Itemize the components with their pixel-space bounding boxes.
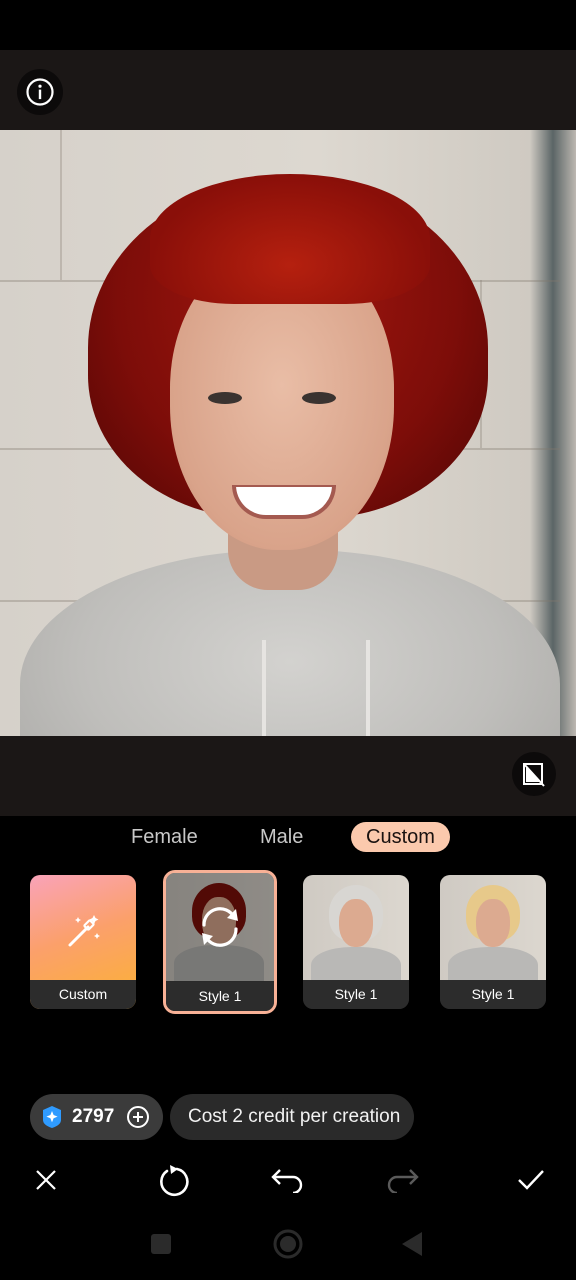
info-button[interactable] [17, 69, 63, 115]
tab-custom[interactable]: Custom [351, 822, 450, 852]
triangle-back-icon [402, 1232, 422, 1256]
edited-photo [0, 130, 576, 736]
square-icon [151, 1234, 171, 1254]
nav-recent-button[interactable] [150, 1233, 172, 1260]
close-button[interactable] [28, 1162, 64, 1198]
style-card[interactable]: Style 1 [440, 875, 546, 1009]
regenerate-button[interactable] [155, 1162, 191, 1198]
bottom-toolbar [0, 1150, 576, 1210]
style-card-selected[interactable]: Style 1 [163, 870, 277, 1014]
redo-icon [387, 1169, 419, 1193]
circle-icon [273, 1229, 303, 1259]
magic-wand-icon [68, 915, 100, 947]
gem-icon [43, 1106, 61, 1128]
confirm-button[interactable] [513, 1162, 549, 1198]
rotate-icon [160, 1165, 189, 1197]
style-card[interactable]: Style 1 [303, 875, 409, 1009]
photo-toolbar [0, 736, 576, 816]
close-icon [36, 1170, 56, 1190]
undo-icon [271, 1169, 303, 1193]
style-card-label: Style 1 [166, 982, 274, 1011]
style-card-label: Style 1 [440, 980, 546, 1009]
check-icon [518, 1170, 544, 1190]
credit-count: 2797 [72, 1106, 115, 1127]
info-icon [26, 78, 54, 106]
tab-female[interactable]: Female [131, 822, 198, 852]
style-list: Custom Style 1 Style 1 Style 1 [0, 870, 576, 1015]
style-card-custom[interactable]: Custom [30, 875, 136, 1009]
plus-circle-icon[interactable] [126, 1105, 150, 1129]
compare-button[interactable] [512, 752, 556, 796]
style-card-label: Custom [30, 980, 136, 1009]
regenerate-overlay[interactable] [166, 873, 274, 981]
style-thumbnail [440, 875, 546, 980]
nav-home-button[interactable] [272, 1228, 304, 1265]
style-card-label: Style 1 [303, 980, 409, 1009]
style-thumbnail [303, 875, 409, 980]
undo-button[interactable] [269, 1162, 305, 1198]
nav-back-button[interactable] [400, 1231, 424, 1262]
cost-tooltip: Cost 2 credit per creation [170, 1094, 415, 1140]
refresh-icon [202, 907, 238, 947]
system-nav-bar [0, 1212, 576, 1280]
tab-male[interactable]: Male [260, 822, 303, 852]
compare-icon [523, 763, 545, 787]
credits-pill[interactable]: 2797 [30, 1094, 163, 1140]
status-bar [0, 0, 576, 50]
gender-tabs: Female Male Custom [0, 818, 576, 858]
top-bar [0, 50, 576, 130]
redo-button[interactable] [385, 1162, 421, 1198]
